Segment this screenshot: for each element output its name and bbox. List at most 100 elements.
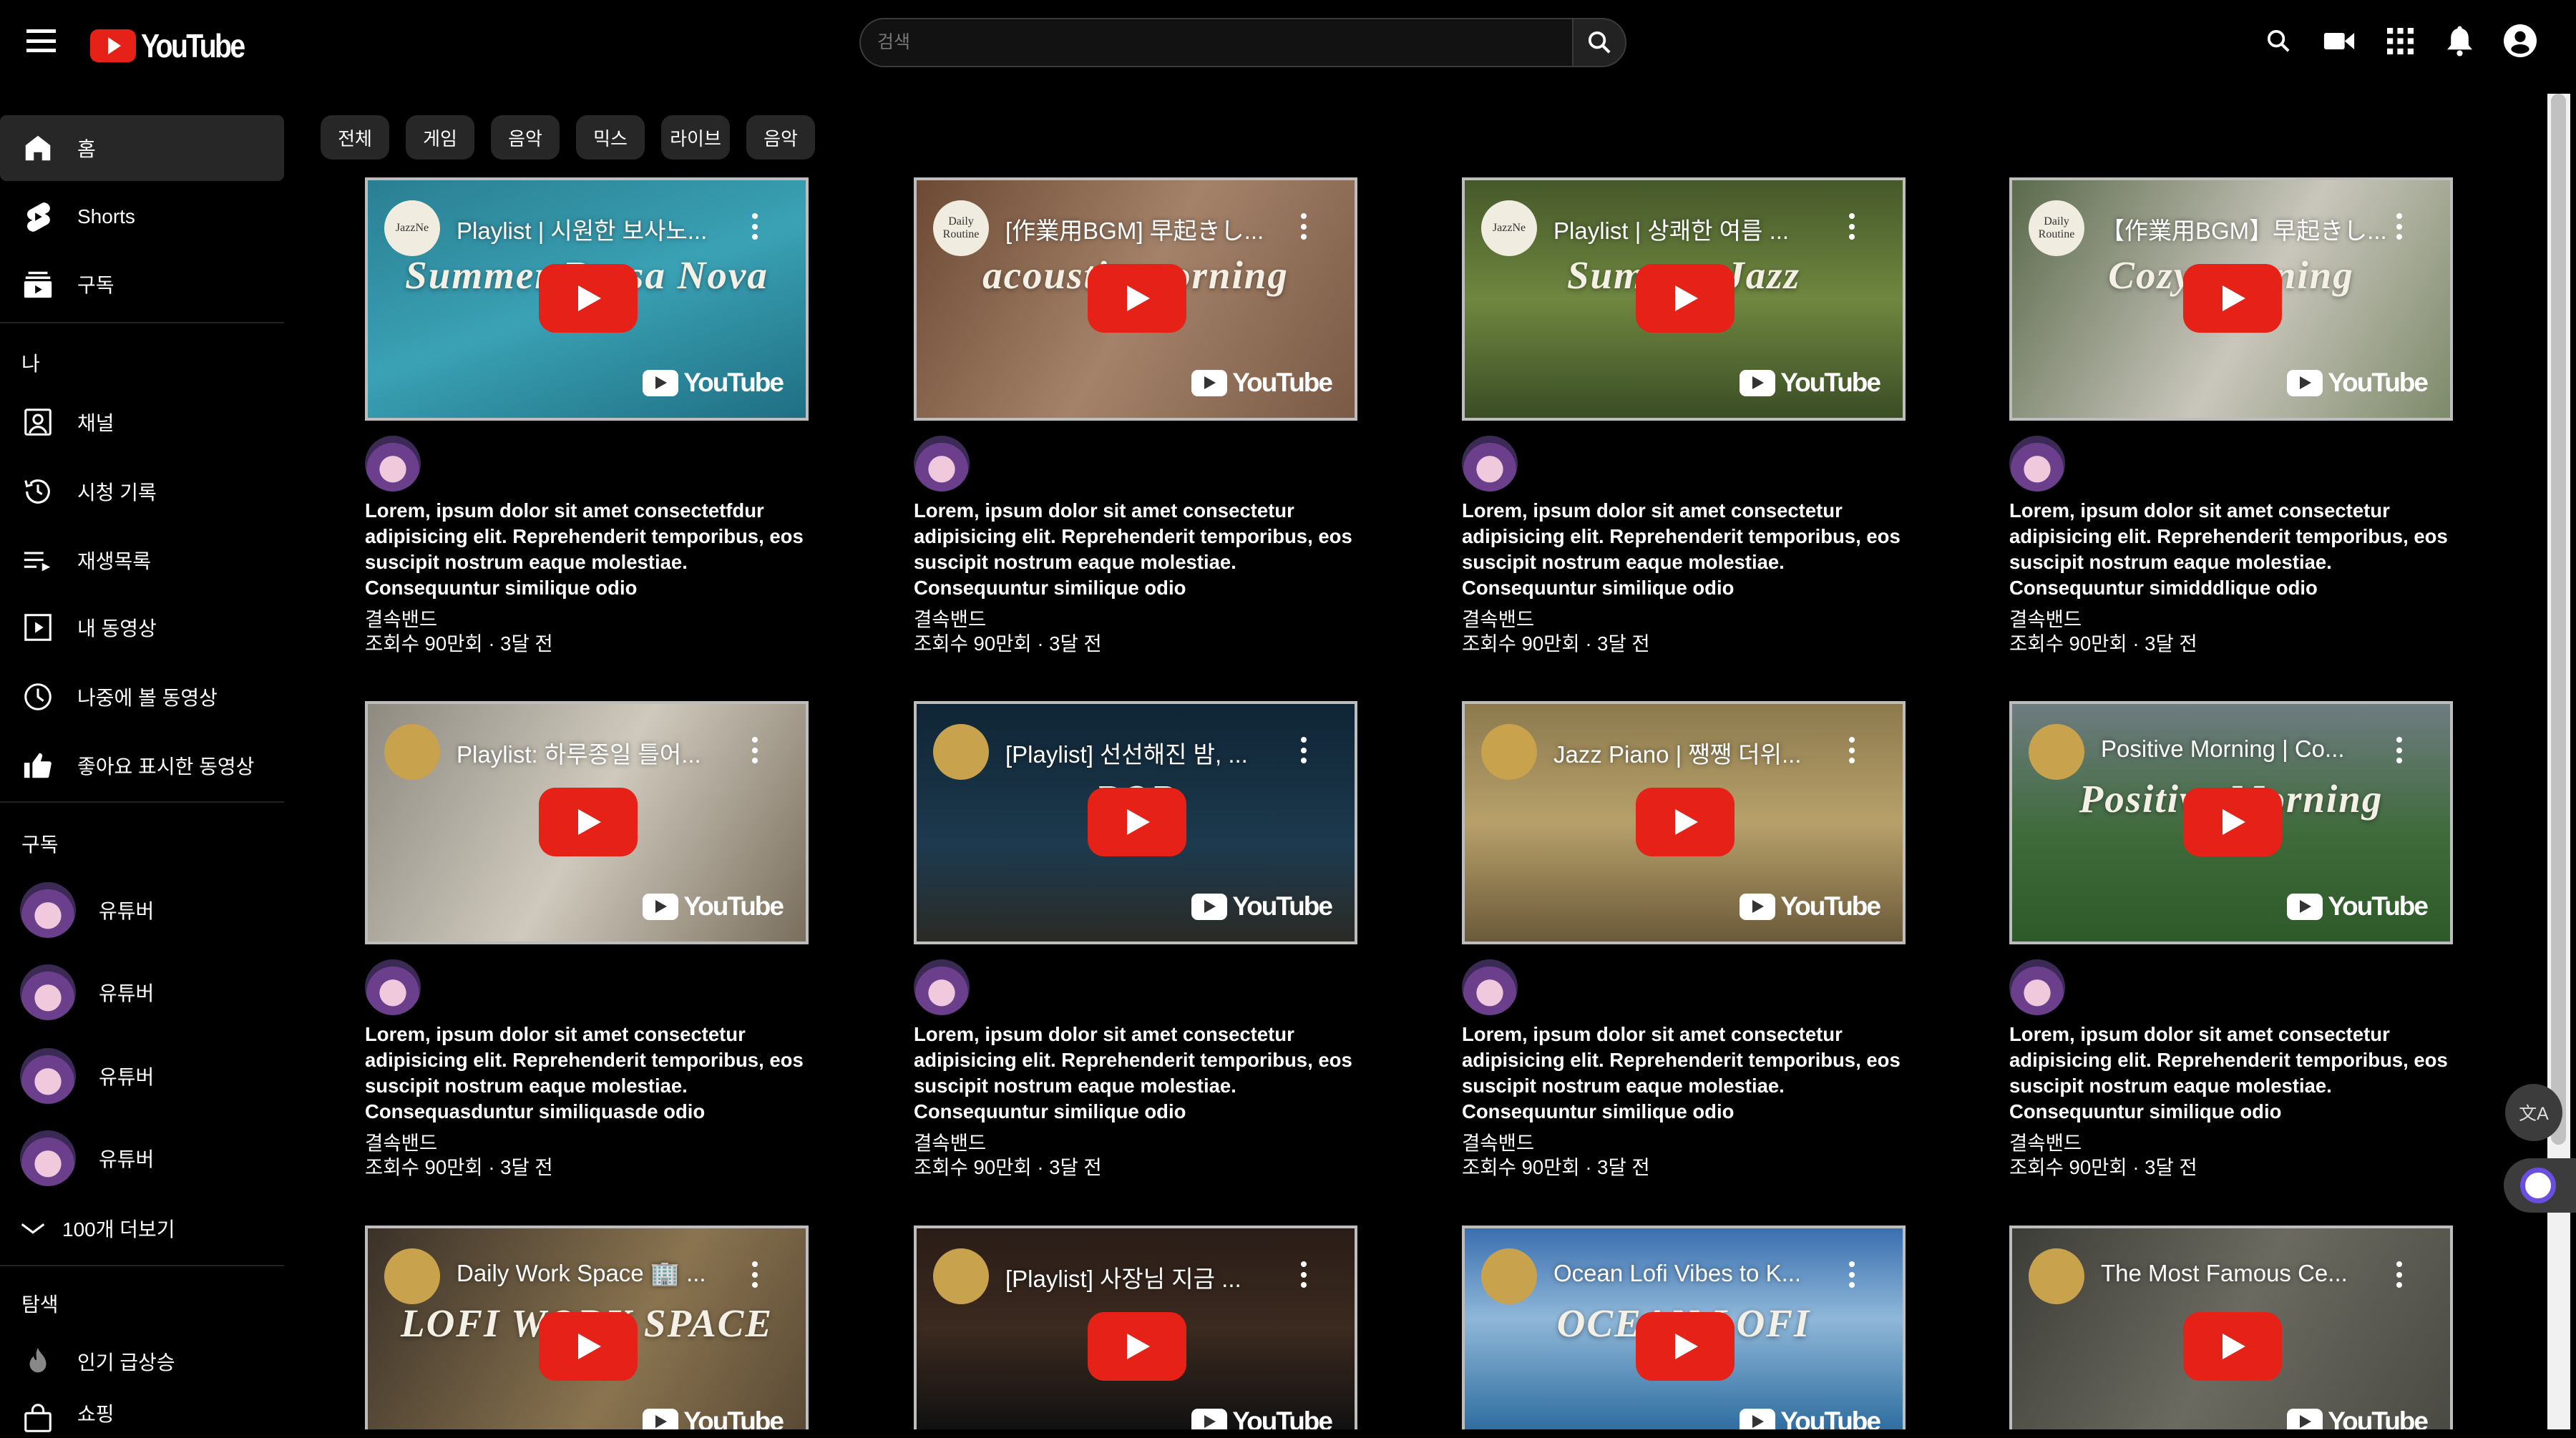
play-button-icon[interactable]: [1636, 1312, 1735, 1381]
channel-name[interactable]: 결속밴드: [2009, 1131, 2453, 1155]
search-icon[interactable]: [2260, 23, 2296, 59]
channel-avatar[interactable]: [1462, 959, 1518, 1015]
bell-icon[interactable]: [2441, 23, 2477, 59]
video-card[interactable]: Ocean Lofi Vibes to K... OCEAN LOFI YouTub…: [1462, 1226, 1906, 1429]
video-camera-icon[interactable]: [2321, 23, 2357, 59]
video-title[interactable]: Lorem, ipsum dolor sit amet consectetur …: [365, 1022, 812, 1125]
subscription-item[interactable]: 유튜버: [0, 959, 284, 1025]
filter-chip[interactable]: 전체: [321, 115, 389, 160]
channel-name[interactable]: 결속밴드: [365, 1131, 809, 1155]
scrollbar-thumb[interactable]: [2551, 94, 2566, 1145]
channel-name[interactable]: 결속밴드: [914, 1131, 1357, 1155]
video-card[interactable]: Daily Routine [作業用BGM] 早起きし... acoustic mo…: [914, 177, 1357, 656]
sidebar-item[interactable]: 쇼핑: [0, 1394, 284, 1432]
play-button-icon[interactable]: [2183, 788, 2282, 856]
play-button-icon[interactable]: [1636, 264, 1735, 333]
filter-chip[interactable]: 게임: [406, 115, 474, 160]
video-thumbnail[interactable]: [Playlist] 선선해진 밤, ...POPYouTube: [914, 701, 1357, 944]
sidebar-item[interactable]: 좋아요 표시한 동영상: [0, 733, 284, 798]
channel-avatar[interactable]: [914, 436, 970, 491]
channel-name[interactable]: 결속밴드: [365, 607, 809, 632]
youtube-logo[interactable]: YouTube: [90, 26, 262, 65]
video-card[interactable]: [Playlist] 선선해진 밤, ...POPYouTubeLorem, i…: [914, 701, 1357, 1180]
video-title[interactable]: Lorem, ipsum dolor sit amet consectetfdu…: [365, 498, 812, 601]
video-thumbnail[interactable]: The Most Famous Ce... YouTube: [2009, 1226, 2453, 1429]
sidebar-item[interactable]: 재생목록: [0, 527, 284, 593]
channel-name[interactable]: 결속밴드: [1462, 607, 1906, 632]
video-card[interactable]: Playlist: 하루종일 틀어... YouTube Lorem, ipsum …: [365, 701, 809, 1180]
video-card[interactable]: The Most Famous Ce... YouTube: [2009, 1226, 2453, 1429]
video-card[interactable]: JazzNePlaylist | 시원한 보사노...Summer Bossa …: [365, 177, 809, 656]
menu-icon[interactable]: [26, 29, 56, 52]
video-card[interactable]: JazzNePlaylist | 상쾌한 여름 ...Summer JazzYo…: [1462, 177, 1906, 656]
more-options-icon[interactable]: [2394, 213, 2404, 240]
channel-name[interactable]: 결속밴드: [2009, 607, 2453, 632]
channel-avatar[interactable]: [1462, 436, 1518, 491]
video-card[interactable]: Jazz Piano | 쨍쨍 더위... YouTube Lorem, ipsum…: [1462, 701, 1906, 1180]
more-options-icon[interactable]: [1847, 1261, 1857, 1288]
video-thumbnail[interactable]: [Playlist] 사장님 지금 ... YouTube: [914, 1226, 1357, 1429]
filter-chip[interactable]: 음악: [491, 115, 560, 160]
video-title[interactable]: Lorem, ipsum dolor sit amet consectetur …: [914, 498, 1361, 601]
channel-avatar[interactable]: [365, 436, 421, 491]
channel-avatar[interactable]: [365, 959, 421, 1015]
video-thumbnail[interactable]: Ocean Lofi Vibes to K... OCEAN LOFI YouTub…: [1462, 1226, 1906, 1429]
channel-avatar[interactable]: [2009, 959, 2065, 1015]
sidebar-item[interactable]: 내 동영상: [0, 595, 284, 660]
filter-chip[interactable]: 라이브: [661, 115, 730, 160]
video-title[interactable]: Lorem, ipsum dolor sit amet consectetur …: [2009, 1022, 2457, 1125]
more-options-icon[interactable]: [1847, 213, 1857, 240]
sidebar-item[interactable]: 홈: [0, 115, 284, 181]
more-options-icon[interactable]: [1847, 737, 1857, 763]
more-options-icon[interactable]: [750, 213, 760, 240]
channel-name[interactable]: 결속밴드: [914, 607, 1357, 632]
video-thumbnail[interactable]: Daily Routine [作業用BGM] 早起きし... acoustic mo…: [914, 177, 1357, 421]
video-thumbnail[interactable]: Jazz Piano | 쨍쨍 더위... YouTube: [1462, 701, 1906, 944]
video-thumbnail[interactable]: Daily Work Space 🏢 ...LOFI WORK SPACEYou…: [365, 1226, 809, 1429]
video-thumbnail[interactable]: JazzNePlaylist | 시원한 보사노...Summer Bossa …: [365, 177, 809, 421]
sidebar-item[interactable]: Shorts: [0, 184, 284, 250]
filter-chip[interactable]: 음악: [746, 115, 815, 160]
channel-name[interactable]: 결속밴드: [1462, 1131, 1906, 1155]
video-title[interactable]: Lorem, ipsum dolor sit amet consectetur …: [914, 1022, 1361, 1125]
channel-avatar[interactable]: [2009, 436, 2065, 491]
sidebar-item[interactable]: 인기 급상승: [0, 1329, 284, 1394]
more-options-icon[interactable]: [2394, 1261, 2404, 1288]
subscription-item[interactable]: 유튜버: [0, 877, 284, 943]
video-thumbnail[interactable]: Positive Morning | Co... Positive Morning…: [2009, 701, 2453, 944]
play-button-icon[interactable]: [1088, 1312, 1186, 1381]
show-more-button[interactable]: 100개 더보기: [0, 1195, 284, 1261]
play-button-icon[interactable]: [539, 1312, 638, 1381]
play-button-icon[interactable]: [1088, 788, 1186, 856]
video-title[interactable]: Lorem, ipsum dolor sit amet consectetur …: [2009, 498, 2457, 601]
video-card[interactable]: Daily Work Space 🏢 ...LOFI WORK SPACEYou…: [365, 1226, 809, 1429]
video-thumbnail[interactable]: JazzNePlaylist | 상쾌한 여름 ...Summer JazzYo…: [1462, 177, 1906, 421]
play-button-icon[interactable]: [2183, 264, 2282, 333]
sidebar-item[interactable]: 시청 기록: [0, 459, 284, 524]
play-button-icon[interactable]: [539, 788, 638, 856]
search-button[interactable]: [1572, 18, 1626, 67]
account-icon[interactable]: [2502, 23, 2538, 59]
more-options-icon[interactable]: [750, 737, 760, 763]
video-thumbnail[interactable]: Daily Routine【作業用BGM】早起きし...Cozy morning…: [2009, 177, 2453, 421]
more-options-icon[interactable]: [750, 1261, 760, 1288]
apps-grid-icon[interactable]: [2382, 23, 2418, 59]
play-button-icon[interactable]: [1088, 264, 1186, 333]
video-thumbnail[interactable]: Playlist: 하루종일 틀어... YouTube: [365, 701, 809, 944]
subscription-item[interactable]: 유튜버: [0, 1043, 284, 1109]
video-title[interactable]: Lorem, ipsum dolor sit amet consectetur …: [1462, 498, 1909, 601]
video-card[interactable]: Daily Routine【作業用BGM】早起きし...Cozy morning…: [2009, 177, 2453, 656]
subscription-item[interactable]: 유튜버: [0, 1125, 284, 1191]
more-options-icon[interactable]: [2394, 737, 2404, 763]
more-options-icon[interactable]: [1299, 213, 1309, 240]
channel-avatar[interactable]: [914, 959, 970, 1015]
filter-chip[interactable]: 믹스: [576, 115, 645, 160]
assistant-widget-button[interactable]: [2504, 1158, 2576, 1213]
more-options-icon[interactable]: [1299, 737, 1309, 763]
translate-widget-button[interactable]: 文A: [2505, 1084, 2562, 1141]
video-title[interactable]: Lorem, ipsum dolor sit amet consectetur …: [1462, 1022, 1909, 1125]
video-card[interactable]: [Playlist] 사장님 지금 ... YouTube: [914, 1226, 1357, 1429]
play-button-icon[interactable]: [2183, 1312, 2282, 1381]
sidebar-item[interactable]: 구독: [0, 251, 284, 317]
play-button-icon[interactable]: [1636, 788, 1735, 856]
